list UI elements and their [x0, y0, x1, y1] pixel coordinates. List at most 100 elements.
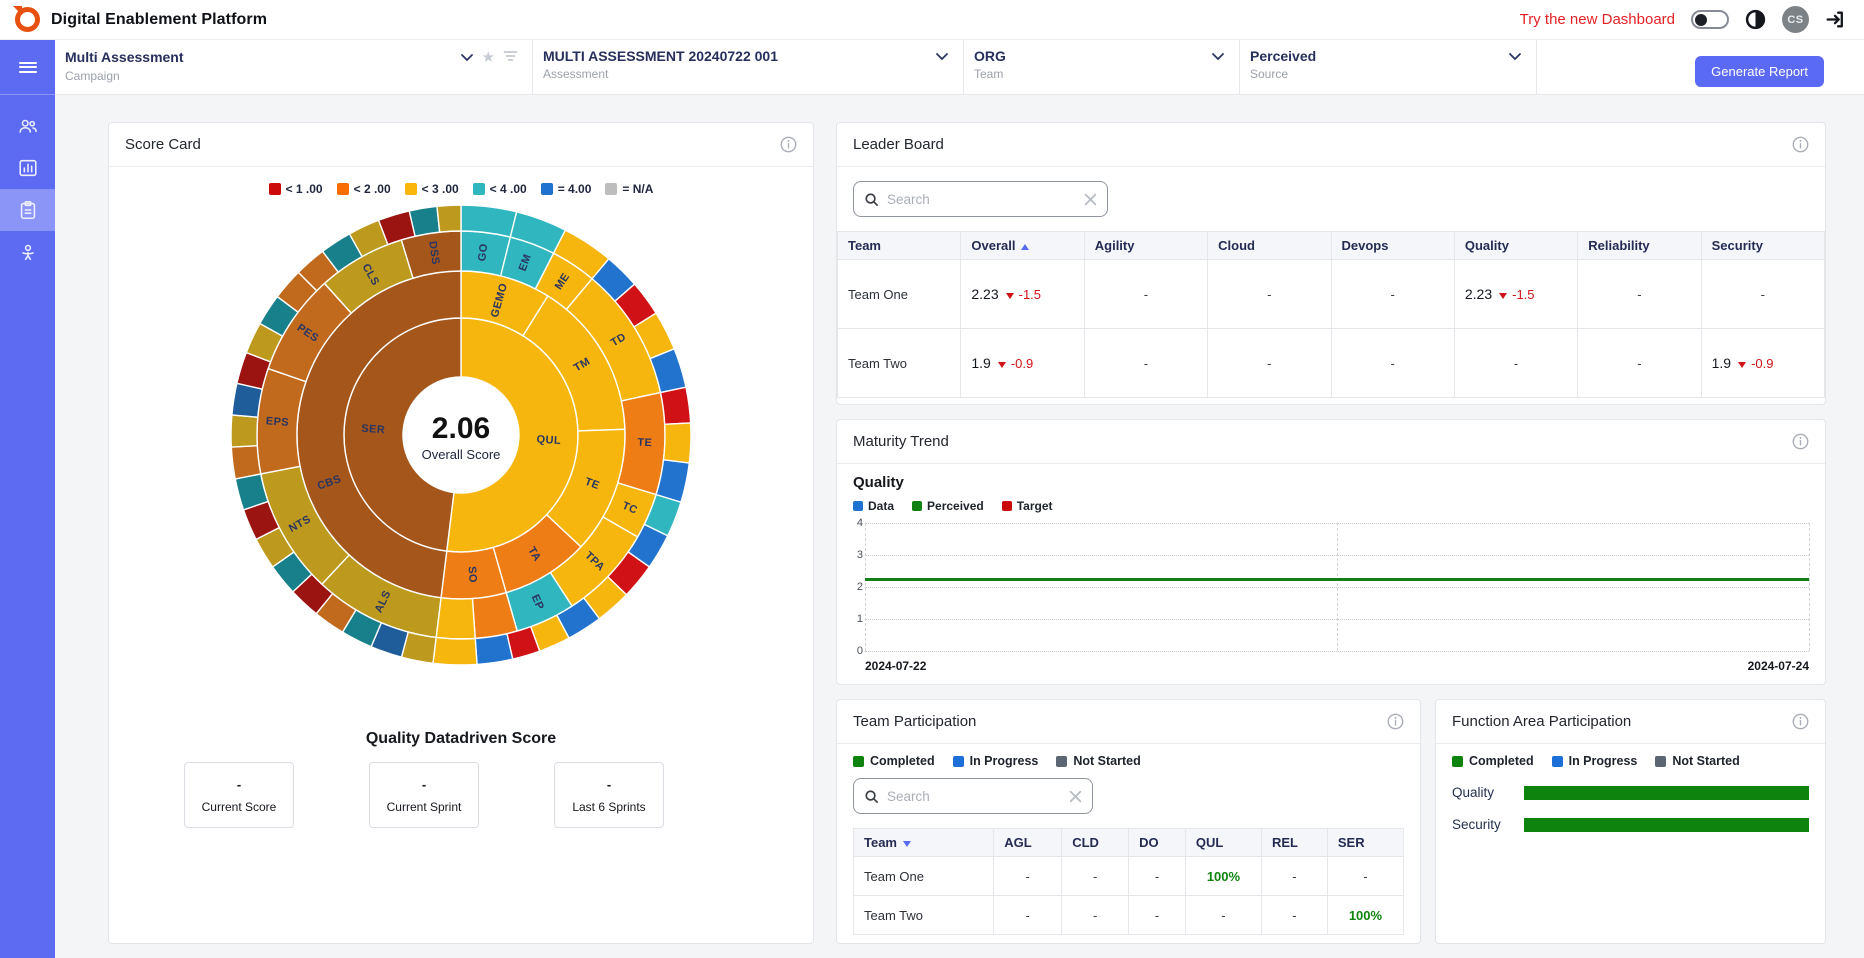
logout-icon[interactable]: [1825, 9, 1846, 30]
source-dropdown[interactable]: Perceived Source: [1240, 40, 1537, 94]
participation-legend: Completed In Progress Not Started: [837, 744, 1420, 768]
campaign-dropdown[interactable]: Multi Assessment ★ Campaign: [55, 40, 533, 94]
cld-cell: -: [1062, 857, 1129, 896]
security-participation-bar: [1524, 818, 1809, 832]
panel-title: Team Participation: [853, 713, 976, 730]
column-header-do[interactable]: DO: [1129, 829, 1186, 857]
campaign-label: Campaign: [65, 69, 518, 83]
overall-cell: 1.9-0.9: [961, 329, 1084, 398]
legend-swatch: [853, 501, 863, 511]
column-header-rel[interactable]: REL: [1261, 829, 1327, 857]
legend-swatch: [605, 183, 617, 195]
column-header-team[interactable]: Team: [838, 232, 961, 260]
agl-cell: -: [994, 857, 1062, 896]
leader-board-search[interactable]: [853, 181, 1108, 217]
search-input[interactable]: [887, 192, 1076, 207]
trend-down-icon: [1006, 293, 1014, 299]
sidebar-item-analytics[interactable]: [0, 147, 55, 189]
legend-swatch: [912, 501, 922, 511]
clear-icon[interactable]: [1084, 193, 1097, 206]
datadriven-score-cards: - Current Score - Current Sprint - Last …: [184, 762, 664, 828]
column-header-cld[interactable]: CLD: [1062, 829, 1129, 857]
svg-text:EPS: EPS: [265, 415, 289, 429]
assessment-dropdown[interactable]: MULTI ASSESSMENT 20240722 001 Assessment: [533, 40, 964, 94]
search-icon: [864, 789, 879, 804]
agility-cell: -: [1084, 329, 1207, 398]
clear-icon[interactable]: [1069, 790, 1082, 803]
info-icon[interactable]: [1387, 713, 1404, 730]
team-value: ORG: [974, 48, 1006, 64]
svg-text:SER: SER: [361, 423, 386, 436]
info-icon[interactable]: [1792, 136, 1809, 153]
quality-participation-bar: [1524, 786, 1809, 800]
column-header-reliability[interactable]: Reliability: [1578, 232, 1701, 260]
y-tick: 2: [853, 581, 863, 593]
sort-desc-icon: [903, 841, 911, 847]
sidebar-item-assessments[interactable]: [0, 189, 55, 231]
agility-cell: -: [1084, 260, 1207, 329]
score-card-panel: Score Card < 1 .00 < 2 .00 < 3 .00 < 4 .…: [108, 122, 814, 944]
cloud-cell: -: [1208, 329, 1331, 398]
trend-down-icon: [998, 362, 1006, 368]
svg-text:GO: GO: [476, 243, 490, 262]
column-header-cloud[interactable]: Cloud: [1208, 232, 1331, 260]
column-header-overall[interactable]: Overall: [961, 232, 1084, 260]
team-name: Team One: [838, 260, 961, 329]
reliability-cell: -: [1578, 329, 1701, 398]
sidebar-item-teams[interactable]: [0, 105, 55, 147]
legend-swatch: [1002, 501, 1012, 511]
new-dashboard-toggle[interactable]: [1691, 10, 1729, 29]
column-header-ser[interactable]: SER: [1327, 829, 1403, 857]
overall-score-value: 2.06: [422, 412, 501, 446]
campaign-value: Multi Assessment: [65, 49, 184, 65]
column-header-team[interactable]: Team: [854, 829, 994, 857]
team-dropdown[interactable]: ORG Team: [964, 40, 1240, 94]
try-new-dashboard-link[interactable]: Try the new Dashboard: [1520, 11, 1675, 28]
ser-cell: 100%: [1327, 896, 1403, 935]
info-icon[interactable]: [1792, 713, 1809, 730]
search-input[interactable]: [887, 789, 1061, 804]
info-icon[interactable]: [1792, 433, 1809, 450]
do-cell: -: [1129, 857, 1186, 896]
score-legend: < 1 .00 < 2 .00 < 3 .00 < 4 .00 = 4.00 =…: [109, 182, 813, 196]
quality-cell: 2.23-1.5: [1454, 260, 1577, 329]
column-header-agl[interactable]: AGL: [994, 829, 1062, 857]
ser-cell: -: [1327, 857, 1403, 896]
source-label: Source: [1250, 67, 1522, 81]
info-icon[interactable]: [780, 136, 797, 153]
menu-toggle-button[interactable]: [0, 40, 55, 95]
user-avatar[interactable]: CS: [1782, 6, 1809, 33]
table-row: Team One - - - 100% - -: [854, 857, 1404, 896]
panel-title: Maturity Trend: [853, 433, 949, 450]
legend-swatch: [853, 756, 864, 767]
filter-icon[interactable]: [503, 50, 518, 65]
column-header-quality[interactable]: Quality: [1454, 232, 1577, 260]
panel-title: Function Area Participation: [1452, 713, 1631, 730]
leader-board-panel: Leader Board Team: [836, 122, 1826, 405]
hamburger-icon: [19, 59, 37, 75]
team-participation-search[interactable]: [853, 778, 1093, 814]
do-cell: -: [1129, 896, 1186, 935]
y-tick: 3: [853, 549, 863, 561]
column-header-qul[interactable]: QUL: [1185, 829, 1261, 857]
assessment-label: Assessment: [543, 67, 949, 81]
dark-mode-icon[interactable]: [1745, 9, 1766, 30]
bar-label: Quality: [1452, 785, 1524, 800]
legend-swatch: [953, 756, 964, 767]
y-tick: 0: [853, 645, 863, 657]
team-name: Team Two: [854, 896, 994, 935]
favorite-star-icon[interactable]: ★: [482, 48, 495, 66]
function-area-bar-row: Quality: [1452, 785, 1809, 800]
sidebar-item-profile[interactable]: [0, 231, 55, 273]
y-tick: 4: [853, 517, 863, 529]
search-icon: [864, 192, 879, 207]
panel-title: Score Card: [125, 136, 201, 153]
clipboard-icon: [17, 199, 39, 221]
chevron-down-icon: [460, 50, 474, 65]
security-cell: -: [1701, 260, 1824, 329]
column-header-security[interactable]: Security: [1701, 232, 1824, 260]
column-header-agility[interactable]: Agility: [1084, 232, 1207, 260]
generate-report-button[interactable]: Generate Report: [1695, 56, 1824, 87]
column-header-devops[interactable]: Devops: [1331, 232, 1454, 260]
team-label: Team: [974, 67, 1225, 81]
